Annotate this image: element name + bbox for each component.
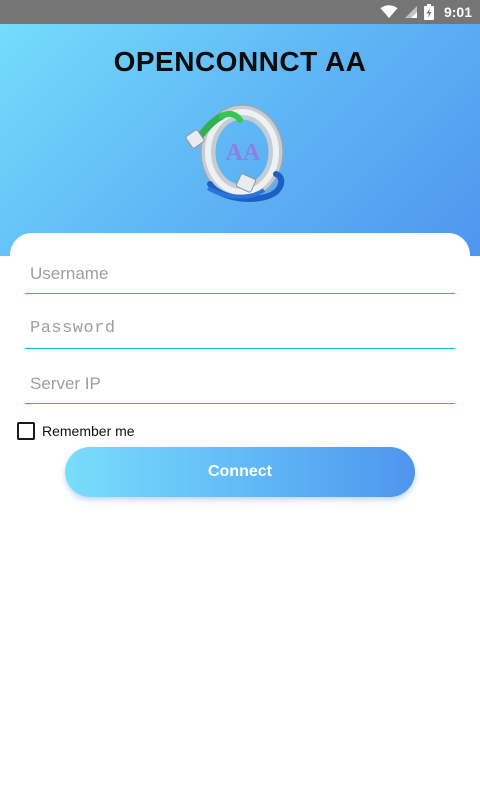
checkbox-box[interactable] (17, 422, 35, 440)
connect-button[interactable]: Connect (65, 447, 415, 497)
signal-icon (404, 5, 418, 19)
app-logo: AA (180, 104, 290, 208)
username-input[interactable] (25, 254, 455, 294)
status-bar: 9:01 (0, 0, 480, 24)
svg-text:AA: AA (226, 140, 261, 166)
app-title: OPENCONNCT AA (113, 46, 367, 77)
status-time: 9:01 (443, 4, 472, 20)
remember-me-label: Remember me (42, 423, 135, 439)
password-input[interactable] (25, 309, 455, 349)
battery-charging-icon (423, 4, 434, 20)
server-ip-input[interactable] (25, 364, 455, 404)
wifi-icon (380, 5, 398, 19)
remember-me-checkbox[interactable]: Remember me (17, 422, 135, 440)
login-screen: 9:01 OPENCONNCT AA AA Remember me (0, 0, 480, 800)
